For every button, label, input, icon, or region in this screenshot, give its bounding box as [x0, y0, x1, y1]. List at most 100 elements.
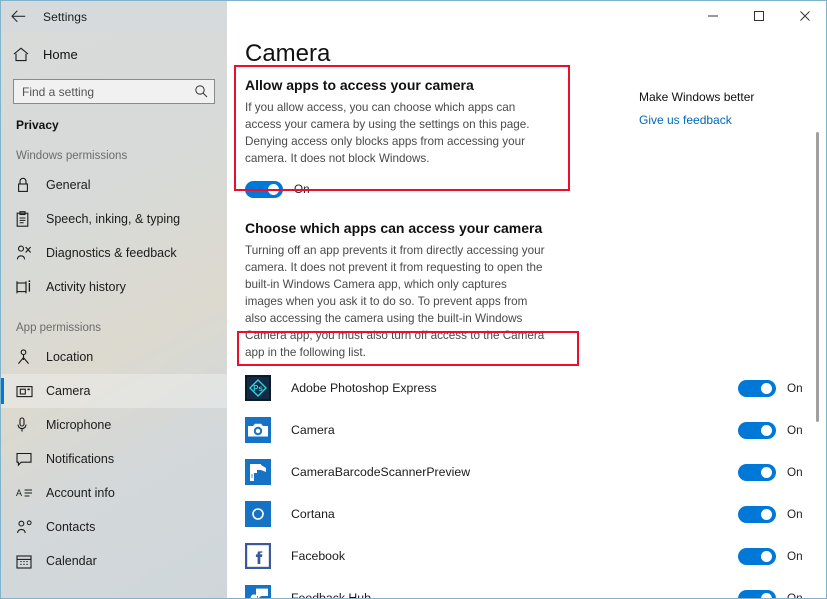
sidebar-item-account-info[interactable]: A Account info — [1, 476, 227, 510]
sidebar-item-label: Location — [46, 350, 93, 364]
close-icon[interactable] — [782, 1, 827, 31]
calendar-icon — [16, 554, 42, 569]
sidebar-item-label: Speech, inking, & typing — [46, 212, 180, 226]
give-us-feedback-link[interactable]: Give us feedback — [639, 113, 809, 127]
search-input[interactable] — [14, 80, 184, 103]
sidebar-item-label: Account info — [46, 486, 115, 500]
toggle-knob — [761, 593, 772, 599]
camera-app-icon — [245, 417, 271, 443]
app-row-facebook[interactable]: Facebook On — [227, 535, 827, 577]
toggle-knob — [761, 425, 772, 436]
toggle-knob — [268, 184, 279, 195]
minimize-icon[interactable] — [690, 1, 736, 31]
search-icon[interactable] — [194, 84, 208, 103]
sidebar-item-contacts[interactable]: Contacts — [1, 510, 227, 544]
right-column: Make Windows better Give us feedback — [639, 90, 809, 127]
app-name: CameraBarcodeScannerPreview — [291, 465, 738, 479]
app-toggle-state: On — [787, 592, 803, 599]
sidebar-item-calendar[interactable]: Calendar — [1, 544, 227, 578]
back-arrow-icon[interactable] — [1, 1, 35, 32]
app-title: Settings — [43, 10, 87, 24]
app-toggle[interactable] — [738, 548, 776, 565]
toggle-knob — [761, 551, 772, 562]
toggle-knob — [761, 467, 772, 478]
toggle-knob — [761, 509, 772, 520]
allow-apps-toggle-state: On — [294, 183, 310, 196]
app-toggle[interactable] — [738, 590, 776, 599]
app-toggle-state: On — [787, 550, 803, 563]
choose-apps-heading: Choose which apps can access your camera — [245, 220, 827, 236]
app-row-adobe-photoshop-express[interactable]: Ps Adobe Photoshop Express On — [227, 367, 827, 409]
title-bar: Settings — [1, 1, 827, 32]
activity-history-icon — [16, 280, 42, 295]
app-toggle[interactable] — [738, 380, 776, 397]
app-toggle-state: On — [787, 424, 803, 437]
sidebar-item-location[interactable]: Location — [1, 340, 227, 374]
sidebar-group-app-permissions: App permissions — [1, 304, 227, 340]
app-toggle[interactable] — [738, 422, 776, 439]
svg-text:Ps: Ps — [253, 384, 263, 393]
sidebar-item-diagnostics-feedback[interactable]: Diagnostics & feedback — [1, 236, 227, 270]
app-row-camera[interactable]: Camera On — [227, 409, 827, 451]
sidebar: Home Privacy Windows permissions — [1, 32, 227, 599]
app-row-feedback-hub[interactable]: Feedback Hub On — [227, 577, 827, 599]
toggle-knob — [761, 383, 772, 394]
settings-window: Settings Home — [0, 0, 827, 599]
sidebar-item-microphone[interactable]: Microphone — [1, 408, 227, 442]
home-icon — [13, 47, 39, 62]
photoshop-express-icon: Ps — [245, 375, 271, 401]
app-permission-list: Ps Adobe Photoshop Express On — [227, 367, 827, 599]
feedback-hub-icon — [245, 585, 271, 599]
app-toggle-state: On — [787, 382, 803, 395]
sidebar-item-label: Notifications — [46, 452, 114, 466]
cortana-icon — [245, 501, 271, 527]
notification-icon — [16, 452, 42, 466]
main-content: Camera Allow apps to access your camera … — [227, 32, 827, 599]
page-title: Camera — [245, 40, 827, 68]
facebook-icon — [245, 543, 271, 569]
sidebar-item-notifications[interactable]: Notifications — [1, 442, 227, 476]
sidebar-item-label: Camera — [46, 384, 90, 398]
sidebar-item-label: General — [46, 178, 90, 192]
sidebar-item-label: Calendar — [46, 554, 97, 568]
allow-apps-toggle-row: On — [245, 181, 827, 198]
app-name: Cortana — [291, 507, 738, 521]
sidebar-item-label: Diagnostics & feedback — [46, 246, 177, 260]
app-name: Adobe Photoshop Express — [291, 381, 738, 395]
sidebar-item-label: Microphone — [46, 418, 111, 432]
sidebar-item-label: Activity history — [46, 280, 126, 294]
sidebar-home-label: Home — [43, 47, 78, 62]
sidebar-item-home[interactable]: Home — [1, 37, 227, 71]
choose-apps-description: Turning off an app prevents it from dire… — [245, 242, 545, 361]
app-name: Facebook — [291, 549, 738, 563]
clipboard-icon — [16, 211, 42, 227]
make-windows-better-heading: Make Windows better — [639, 90, 809, 104]
app-row-cortana[interactable]: Cortana On — [227, 493, 827, 535]
account-info-icon: A — [16, 487, 42, 499]
contacts-icon — [16, 520, 42, 534]
app-toggle[interactable] — [738, 464, 776, 481]
sidebar-item-speech-inking-typing[interactable]: Speech, inking, & typing — [1, 202, 227, 236]
allow-apps-toggle[interactable] — [245, 181, 283, 198]
scrollbar-thumb[interactable] — [816, 132, 819, 422]
sidebar-item-camera[interactable]: Camera — [1, 374, 227, 408]
sidebar-group-windows-permissions: Windows permissions — [1, 132, 227, 168]
app-name: Feedback Hub — [291, 591, 738, 599]
vertical-scrollbar[interactable] — [810, 32, 826, 599]
window-controls — [227, 1, 827, 32]
microphone-icon — [16, 417, 42, 433]
sidebar-category-title: Privacy — [1, 104, 227, 132]
sidebar-item-general[interactable]: General — [1, 168, 227, 202]
maximize-icon[interactable] — [736, 1, 782, 31]
allow-apps-description: If you allow access, you can choose whic… — [245, 99, 545, 167]
sidebar-item-label: Contacts — [46, 520, 95, 534]
sidebar-item-activity-history[interactable]: Activity history — [1, 270, 227, 304]
app-row-camerabarcodescannerpreview[interactable]: CameraBarcodeScannerPreview On — [227, 451, 827, 493]
camera-icon — [16, 384, 42, 398]
app-toggle[interactable] — [738, 506, 776, 523]
person-feedback-icon — [16, 245, 42, 261]
search-box[interactable] — [13, 79, 215, 104]
search-container — [1, 71, 227, 104]
barcode-scanner-icon — [245, 459, 271, 485]
title-bar-left: Settings — [1, 1, 227, 32]
